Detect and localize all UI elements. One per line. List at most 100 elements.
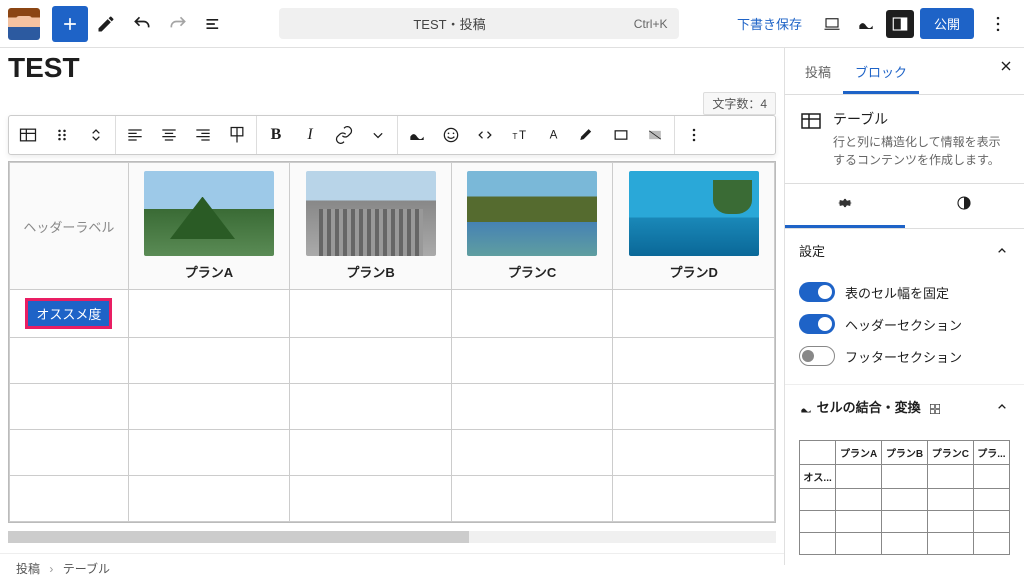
table-cell[interactable]	[451, 430, 613, 476]
toggle-footer-section[interactable]: フッターセクション	[799, 340, 1010, 372]
close-icon	[998, 58, 1014, 74]
plan-header-c[interactable]: プランC	[451, 163, 613, 290]
table-cell[interactable]	[128, 384, 290, 430]
table-cell[interactable]	[10, 476, 129, 522]
block-drag-handle[interactable]	[45, 118, 79, 152]
highlight-icon	[577, 125, 597, 145]
border-button[interactable]	[604, 118, 638, 152]
table-cell[interactable]	[10, 430, 129, 476]
bold-button[interactable]: B	[259, 118, 293, 152]
table-cell[interactable]	[451, 290, 613, 338]
sidebar-close-button[interactable]	[998, 58, 1014, 79]
highlight-button[interactable]	[570, 118, 604, 152]
table-cell[interactable]	[451, 338, 613, 384]
toggle-switch[interactable]	[799, 282, 835, 302]
plan-image-a	[144, 171, 274, 256]
options-button[interactable]	[980, 6, 1016, 42]
table-cell[interactable]	[451, 384, 613, 430]
outline-button[interactable]	[196, 6, 232, 42]
table-cell[interactable]	[128, 290, 290, 338]
table-cell[interactable]	[613, 476, 775, 522]
row-label-cell[interactable]: オススメ度	[10, 290, 129, 338]
swell-icon-button[interactable]	[852, 10, 880, 38]
toggle-header-section[interactable]: ヘッダーセクション	[799, 308, 1010, 340]
table-cell[interactable]	[613, 338, 775, 384]
block-info-icon	[799, 109, 823, 133]
swell-format-button[interactable]	[400, 118, 434, 152]
page-title[interactable]: TEST	[8, 48, 776, 92]
breadcrumb-item[interactable]: テーブル	[63, 562, 110, 576]
horizontal-scrollbar[interactable]	[8, 531, 776, 543]
align-right-button[interactable]	[186, 118, 220, 152]
breadcrumb-item[interactable]: 投稿	[16, 562, 40, 576]
redo-button[interactable]	[160, 6, 196, 42]
sidebar-toggle-button[interactable]	[886, 10, 914, 38]
contrast-icon	[955, 194, 973, 212]
more-rich-button[interactable]	[361, 118, 395, 152]
section-settings-head[interactable]: 設定	[785, 229, 1024, 272]
block-type-button[interactable]	[11, 118, 45, 152]
table-cell[interactable]	[290, 290, 452, 338]
doc-title-button[interactable]: TEST・投稿 Ctrl+K	[279, 8, 679, 39]
plus-icon	[60, 14, 80, 34]
block-move-button[interactable]	[79, 118, 113, 152]
table-edit-button[interactable]	[220, 118, 254, 152]
toggle-switch[interactable]	[799, 346, 835, 366]
table-cell[interactable]	[290, 384, 452, 430]
sidebar-icon	[891, 15, 909, 33]
link-icon	[334, 125, 354, 145]
block-options-button[interactable]	[677, 118, 711, 152]
table-cell[interactable]	[613, 290, 775, 338]
table-cell[interactable]	[128, 338, 290, 384]
table-cell[interactable]	[10, 384, 129, 430]
tab-post[interactable]: 投稿	[793, 52, 843, 94]
edit-mode-button[interactable]	[88, 6, 124, 42]
table-cell[interactable]	[290, 476, 452, 522]
table-cell[interactable]	[290, 430, 452, 476]
table-block[interactable]: ヘッダーラベル プランA プランB プランC プランD オススメ度	[8, 161, 776, 523]
align-center-button[interactable]	[152, 118, 186, 152]
textcolor-button[interactable]: A	[536, 118, 570, 152]
table-cell[interactable]	[128, 430, 290, 476]
table-cell[interactable]	[613, 384, 775, 430]
table-cell[interactable]	[10, 338, 129, 384]
avatar[interactable]	[8, 8, 40, 40]
textcolor-icon: A	[543, 125, 563, 145]
link-button[interactable]	[327, 118, 361, 152]
plan-image-b	[306, 171, 436, 256]
redo-icon	[168, 14, 188, 34]
table-cell[interactable]	[451, 476, 613, 522]
chevron-up-icon	[994, 243, 1010, 259]
plan-header-b[interactable]: プランB	[290, 163, 452, 290]
table-cell[interactable]	[290, 338, 452, 384]
toggle-switch[interactable]	[799, 314, 835, 334]
plan-header-d[interactable]: プランD	[613, 163, 775, 290]
preview-device-button[interactable]	[818, 10, 846, 38]
undo-button[interactable]	[124, 6, 160, 42]
fontsize-button[interactable]: TT	[502, 118, 536, 152]
tab-style-icon[interactable]	[905, 184, 1024, 228]
header-label-cell[interactable]: ヘッダーラベル	[10, 163, 129, 290]
align-left-button[interactable]	[118, 118, 152, 152]
section-merge-head[interactable]: セルの結合・変換	[785, 385, 1024, 428]
table-cell[interactable]	[128, 476, 290, 522]
italic-button[interactable]: I	[293, 118, 327, 152]
code-button[interactable]	[468, 118, 502, 152]
plan-header-a[interactable]: プランA	[128, 163, 290, 290]
dots-vertical-icon	[988, 14, 1008, 34]
table-cell[interactable]	[613, 430, 775, 476]
toggle-fixed-width[interactable]: 表のセル幅を固定	[799, 276, 1010, 308]
merge-preview-table[interactable]: プランAプランBプランCプラ... オス...	[799, 440, 1010, 555]
save-draft-button[interactable]: 下書き保存	[727, 8, 812, 39]
publish-button[interactable]: 公開	[920, 8, 974, 39]
dots-vertical-icon	[684, 125, 704, 145]
plan-image-c	[467, 171, 597, 256]
pencil-icon	[96, 14, 116, 34]
table-edit-icon	[227, 125, 247, 145]
editor-canvas: TEST 文字数：4 B I	[0, 48, 784, 565]
emoji-button[interactable]	[434, 118, 468, 152]
tab-block[interactable]: ブロック	[843, 52, 919, 94]
tab-settings-icon[interactable]	[785, 184, 905, 228]
bg-button[interactable]	[638, 118, 672, 152]
add-block-button[interactable]	[52, 6, 88, 42]
